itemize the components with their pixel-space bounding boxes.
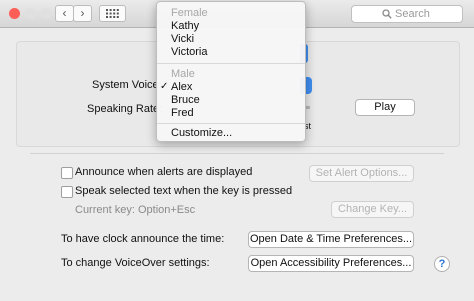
- clock-label: To have clock announce the time:: [61, 233, 225, 245]
- search-placeholder: Search: [395, 8, 430, 20]
- menu-item-alex[interactable]: Alex: [171, 81, 192, 93]
- search-icon: [382, 9, 392, 19]
- play-button[interactable]: Play: [355, 99, 415, 116]
- open-accessibility-preferences-button[interactable]: Open Accessibility Preferences...: [248, 255, 414, 272]
- back-icon: ‹: [62, 6, 67, 20]
- menu-header-female: Female: [171, 7, 208, 19]
- menu-item-customize[interactable]: Customize...: [171, 127, 232, 139]
- show-all-button[interactable]: [99, 5, 126, 22]
- voiceover-label: To change VoiceOver settings:: [61, 257, 210, 269]
- close-window-button[interactable]: [9, 8, 20, 19]
- menu-item-kathy[interactable]: Kathy: [171, 20, 199, 32]
- minimize-window-button[interactable]: [25, 8, 36, 19]
- current-key-label: Current key: Option+Esc: [75, 204, 196, 216]
- help-button[interactable]: ?: [434, 256, 450, 272]
- search-field[interactable]: Search: [351, 5, 463, 23]
- open-date-time-preferences-button[interactable]: Open Date & Time Preferences...: [248, 231, 414, 248]
- zoom-window-button[interactable]: [41, 8, 52, 19]
- section-divider: [30, 153, 444, 154]
- forward-button[interactable]: ›: [73, 5, 92, 22]
- help-icon: ?: [438, 258, 446, 270]
- announce-alerts-checkbox[interactable]: [61, 167, 73, 179]
- menu-item-victoria[interactable]: Victoria: [171, 46, 207, 58]
- menu-separator: [157, 123, 305, 124]
- menu-separator: [157, 63, 305, 64]
- speak-selected-text-checkbox[interactable]: [61, 186, 73, 198]
- voice-dropdown-menu: Female Kathy Vicki Victoria Male ✓ Alex …: [156, 1, 306, 142]
- speech-preferences-window: ‹ › Search System Voice: Speaking Rate: …: [0, 0, 474, 301]
- speaking-rate-slider[interactable]: [306, 106, 310, 109]
- menu-item-vicki[interactable]: Vicki: [171, 33, 194, 45]
- forward-icon: ›: [80, 6, 85, 20]
- back-button[interactable]: ‹: [55, 5, 74, 22]
- announce-alerts-label: Announce when alerts are displayed: [75, 166, 253, 178]
- menu-header-male: Male: [171, 68, 195, 80]
- grid-icon: [106, 9, 119, 18]
- speak-selected-text-label: Speak selected text when the key is pres…: [75, 185, 293, 197]
- change-key-button[interactable]: Change Key...: [331, 201, 414, 218]
- speaking-rate-label: Speaking Rate:: [87, 103, 163, 115]
- menu-item-fred[interactable]: Fred: [171, 107, 194, 119]
- system-voice-label: System Voice:: [92, 79, 162, 91]
- set-alert-options-button[interactable]: Set Alert Options...: [309, 165, 414, 182]
- menu-item-bruce[interactable]: Bruce: [171, 94, 200, 106]
- checkmark-icon: ✓: [160, 81, 169, 92]
